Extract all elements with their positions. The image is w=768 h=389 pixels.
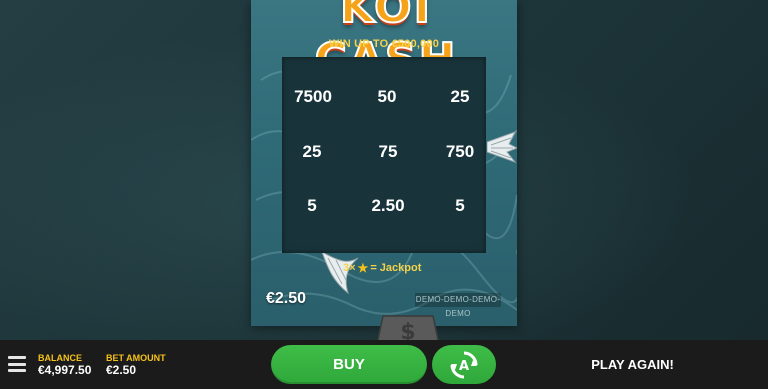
autoplay-icon: A xyxy=(450,351,478,379)
scratch-play-area[interactable]: 7500 50 25 25 75 750 5 2.50 5 xyxy=(282,57,486,253)
svg-text:A: A xyxy=(459,359,469,374)
jackpot-count: 3× xyxy=(343,262,356,274)
jackpot-rule: 3× ★ = Jackpot xyxy=(343,261,421,275)
symbol-cell-2-1[interactable]: 25 xyxy=(282,141,342,163)
balance-label: BALANCE xyxy=(38,353,82,363)
jackpot-result: = Jackpot xyxy=(370,262,422,274)
star-icon: ★ xyxy=(357,261,369,275)
symbol-cell-3-2[interactable]: 2.50 xyxy=(358,195,418,217)
demo-watermark: DEMO-DEMO-DEMO-DEMO xyxy=(415,293,501,318)
symbol-cell-1-1[interactable]: 7500 xyxy=(283,86,343,108)
symbol-cell-3-1[interactable]: 5 xyxy=(282,195,342,217)
max-win-subtitle: WIN UP TO €500,000 xyxy=(328,38,440,50)
symbol-cell-2-3[interactable]: 750 xyxy=(430,141,490,163)
coin-scraper-icon[interactable]: $ xyxy=(373,310,443,344)
symbol-cell-1-2[interactable]: 50 xyxy=(357,86,417,108)
game-logo: KOI CASH xyxy=(314,0,457,86)
play-again-button[interactable]: PLAY AGAIN! xyxy=(560,357,705,372)
menu-icon[interactable] xyxy=(8,356,26,372)
bet-amount-value[interactable]: €2.50 xyxy=(106,363,136,377)
koi-fin-decoration xyxy=(487,131,517,164)
symbol-cell-2-2[interactable]: 75 xyxy=(358,141,418,163)
autoplay-button[interactable]: A xyxy=(432,345,496,384)
symbol-cell-1-3[interactable]: 25 xyxy=(430,86,490,108)
buy-button[interactable]: BUY xyxy=(271,345,427,384)
symbol-cell-3-3[interactable]: 5 xyxy=(430,195,490,217)
balance-value: €4,997.50 xyxy=(38,363,92,377)
bet-amount-label: BET AMOUNT xyxy=(106,353,166,363)
ticket-price: €2.50 xyxy=(266,290,307,307)
